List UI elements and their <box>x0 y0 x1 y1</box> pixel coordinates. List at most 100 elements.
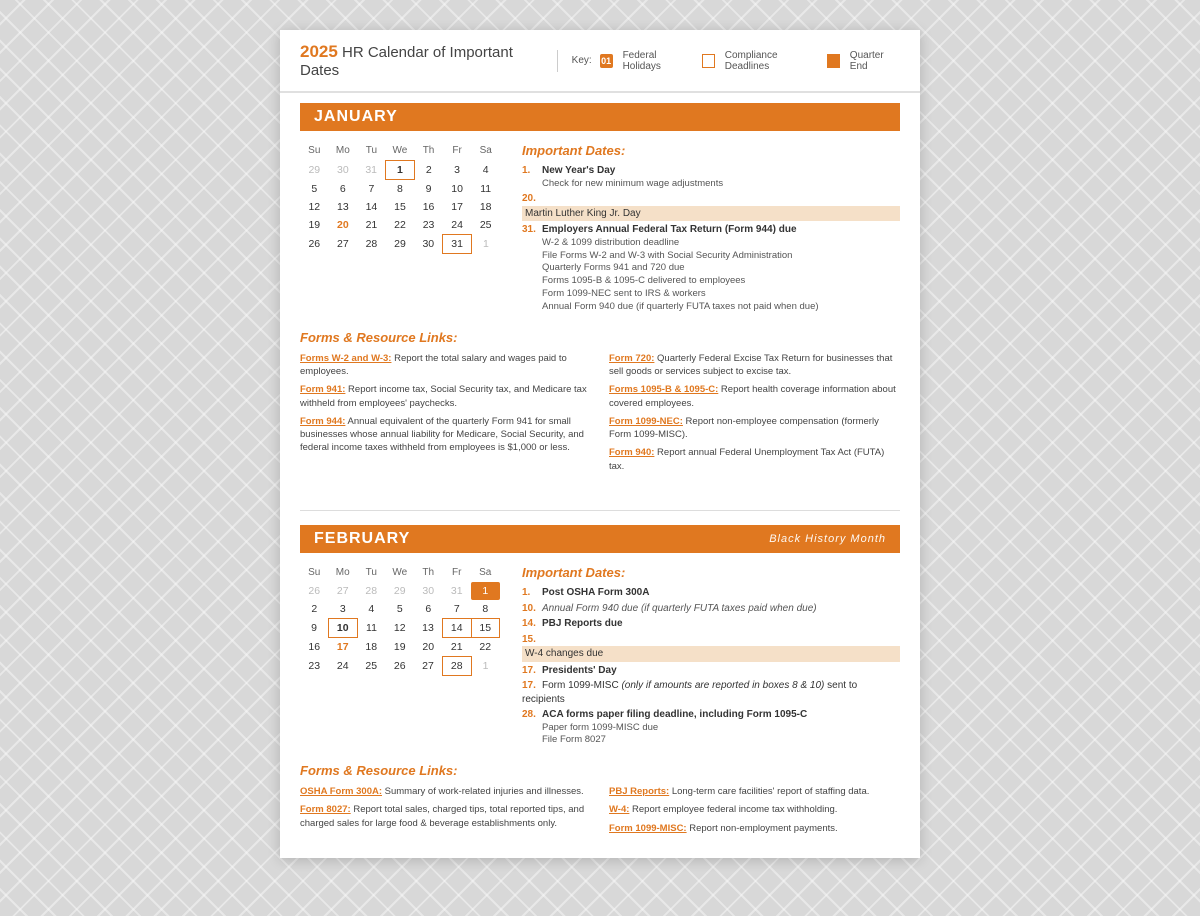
calendar-day: 17 <box>443 198 472 216</box>
col-fr: Fr <box>443 565 472 582</box>
date-list-item: 17.Form 1099-MISC (only if amounts are r… <box>522 679 900 706</box>
col-th: Th <box>414 143 443 161</box>
january-forms-col-left: Form 720: Quarterly Federal Excise Tax R… <box>609 352 900 478</box>
date-list-item: 1.New Year's DayCheck for new minimum wa… <box>522 164 900 190</box>
form-entry: Form 1099-MISC: Report non-employment pa… <box>609 822 900 835</box>
calendar-day: 26 <box>386 657 415 676</box>
key-quarter-label: Quarter End <box>850 50 900 72</box>
form-link[interactable]: Form 944: <box>300 416 345 427</box>
calendar-day: 24 <box>329 657 358 676</box>
form-entry: Forms W-2 and W-3: Report the total sala… <box>300 352 591 379</box>
day-number: 28. <box>522 708 542 722</box>
form-desc: Report non-employment payments. <box>687 823 838 834</box>
col-fr: Fr <box>443 143 472 161</box>
date-list-item: 10.Annual Form 940 due (if quarterly FUT… <box>522 602 900 616</box>
form-link[interactable]: W-4: <box>609 804 629 815</box>
col-su: Su <box>300 143 329 161</box>
february-forms-col-left: PBJ Reports: Long-term care facilities' … <box>609 785 900 840</box>
january-date-list: 1.New Year's DayCheck for new minimum wa… <box>522 164 900 314</box>
form-link[interactable]: Form 8027: <box>300 804 351 815</box>
form-entry: OSHA Form 300A: Summary of work-related … <box>300 785 591 798</box>
january-cal-grid: Su Mo Tu We Th Fr Sa 2930311234567891011… <box>300 143 500 254</box>
form-link[interactable]: Forms W-2 and W-3: <box>300 353 391 364</box>
calendar-day: 31 <box>443 235 472 254</box>
calendar-day: 27 <box>414 657 443 676</box>
key-quarter-filled <box>827 54 840 68</box>
form-entry: Form 720: Quarterly Federal Excise Tax R… <box>609 352 900 379</box>
form-link[interactable]: Form 1099-MISC: <box>609 823 687 834</box>
date-sub-item: Check for new minimum wage adjustments <box>522 178 900 191</box>
calendar-day: 31 <box>443 582 472 600</box>
col-tu: Tu <box>357 143 386 161</box>
february-important-dates: Important Dates: 1.Post OSHA Form 300A 10… <box>522 565 900 749</box>
february-calendar: Su Mo Tu We Th Fr Sa 2627282930311234567… <box>300 565 500 749</box>
form-desc: Summary of work-related injuries and ill… <box>382 786 584 797</box>
day-number: 1. <box>522 586 542 600</box>
january-body: Su Mo Tu We Th Fr Sa 2930311234567891011… <box>300 143 900 316</box>
day-label: Annual Form 940 due (if quarterly FUTA t… <box>542 603 817 614</box>
calendar-day: 14 <box>443 619 472 638</box>
calendar-day: 1 <box>471 657 500 676</box>
february-forms: Forms & Resource Links: OSHA Form 300A: … <box>300 763 900 840</box>
day-number: 14. <box>522 617 542 631</box>
calendar-day: 13 <box>329 198 358 216</box>
form-link[interactable]: Form 720: <box>609 353 654 364</box>
calendar-day: 19 <box>300 216 329 235</box>
february-subtitle: Black History Month <box>769 533 886 545</box>
day-number: 20. <box>522 192 542 206</box>
january-title: JANUARY <box>314 108 398 126</box>
calendar-day: 15 <box>471 619 500 638</box>
form-entry: W-4: Report employee federal income tax … <box>609 803 900 816</box>
form-link[interactable]: Form 1099-NEC: <box>609 416 683 427</box>
day-number: 15. <box>522 633 542 647</box>
calendar-day: 7 <box>357 180 386 199</box>
form-link[interactable]: Forms 1095-B & 1095-C: <box>609 384 718 395</box>
day-label: Presidents' Day <box>542 665 617 676</box>
calendar-day: 28 <box>357 582 386 600</box>
form-entry: Form 8027: Report total sales, charged t… <box>300 803 591 830</box>
form-desc: Report employee federal income tax withh… <box>629 804 837 815</box>
year: 2025 <box>300 42 338 61</box>
calendar-day: 10 <box>329 619 358 638</box>
february-body: Su Mo Tu We Th Fr Sa 2627282930311234567… <box>300 565 900 749</box>
february-forms-title: Forms & Resource Links: <box>300 763 900 778</box>
col-sa: Sa <box>471 143 500 161</box>
calendar-day: 29 <box>300 161 329 180</box>
calendar-day: 1 <box>471 235 500 254</box>
form-desc: Long-term care facilities' report of sta… <box>669 786 869 797</box>
document-page: 2025 HR Calendar of Important Dates Key:… <box>280 30 920 858</box>
calendar-day: 29 <box>386 235 415 254</box>
february-title: FEBRUARY <box>314 530 410 548</box>
doc-header: 2025 HR Calendar of Important Dates Key:… <box>280 30 920 93</box>
form-link[interactable]: OSHA Form 300A: <box>300 786 382 797</box>
day-label: New Year's Day <box>542 165 615 176</box>
form-entry: Form 1099-NEC: Report non-employee compe… <box>609 415 900 442</box>
form-entry: Form 940: Report annual Federal Unemploy… <box>609 446 900 473</box>
february-important-title: Important Dates: <box>522 565 900 580</box>
calendar-day: 4 <box>471 161 500 180</box>
key-federal-label: Federal Holidays <box>623 50 692 72</box>
calendar-day: 12 <box>386 619 415 638</box>
calendar-day: 3 <box>329 600 358 619</box>
form-entry: PBJ Reports: Long-term care facilities' … <box>609 785 900 798</box>
calendar-day: 9 <box>300 619 329 638</box>
day-label: Post OSHA Form 300A <box>542 587 649 598</box>
january-forms: Forms & Resource Links: Forms W-2 and W-… <box>300 330 900 478</box>
calendar-day: 23 <box>414 216 443 235</box>
date-sub-item: Annual Form 940 due (if quarterly FUTA t… <box>522 301 900 314</box>
key-section: Key: 01 Federal Holidays Compliance Dead… <box>557 50 900 72</box>
key-federal-dot: 01 <box>600 54 613 68</box>
date-sub-item: Forms 1095-B & 1095-C delivered to emplo… <box>522 275 900 288</box>
february-section: FEBRUARY Black History Month Su Mo Tu We… <box>280 525 920 858</box>
date-sub-item: W-2 & 1099 distribution deadline <box>522 237 900 250</box>
form-link[interactable]: PBJ Reports: <box>609 786 669 797</box>
day-label: W-4 changes due <box>522 646 900 662</box>
calendar-day: 20 <box>414 638 443 657</box>
date-sub-item: File Form 8027 <box>522 734 900 747</box>
form-link[interactable]: Form 941: <box>300 384 345 395</box>
form-link[interactable]: Form 940: <box>609 447 654 458</box>
calendar-day: 30 <box>414 235 443 254</box>
calendar-day: 23 <box>300 657 329 676</box>
calendar-day: 11 <box>471 180 500 199</box>
col-mo: Mo <box>329 143 358 161</box>
